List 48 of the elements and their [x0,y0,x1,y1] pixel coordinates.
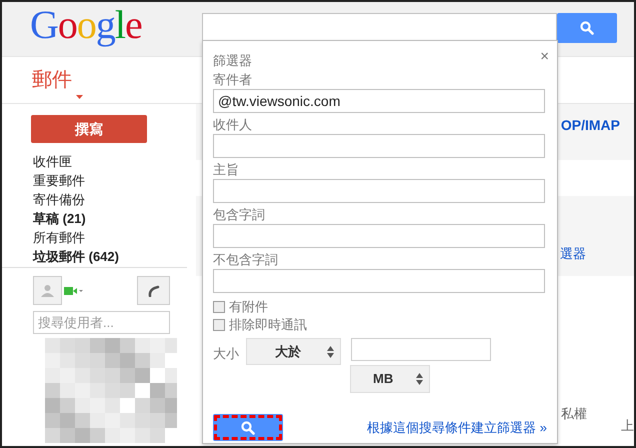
folder-link[interactable]: 所有郵件 [33,228,196,247]
checkbox[interactable] [213,318,225,330]
caret-icon [76,95,83,99]
checkbox-label: 排除即時通訊 [229,317,307,332]
phone-icon [148,284,160,296]
settings-link[interactable]: OP/IMAP [560,114,620,150]
size-input[interactable] [351,338,491,361]
filter-input[interactable] [213,179,545,203]
checkbox-label: 有附件 [229,299,268,314]
folder-link[interactable]: 垃圾郵件 (642) [33,247,196,266]
compose-button[interactable]: 撰寫 [31,115,147,143]
search-icon [241,420,255,434]
person-icon [41,284,54,297]
search-button[interactable] [557,13,617,43]
field-label: 寄件者 [213,72,253,87]
field-label: 收件人 [213,117,253,132]
filter-input[interactable] [213,269,545,293]
folder-link[interactable]: 重要郵件 [33,171,196,190]
filter-input[interactable] [213,224,545,248]
checkbox[interactable] [213,300,225,312]
search-icon [580,21,594,35]
folder-link[interactable]: 草稿 (21) [33,209,196,228]
size-label: 大小 [213,345,240,363]
folder-link[interactable]: 收件匣 [33,152,196,171]
popup-title: 篩選器 [213,53,252,68]
google-logo[interactable]: Google [30,3,202,56]
footer-text: 上 [621,417,634,435]
create-filter-link[interactable]: 根據這個搜尋條件建立篩選器 » [367,418,547,438]
field-label: 主旨 [213,162,240,177]
avatar-button[interactable] [33,276,62,305]
field-label: 包含字詞 [213,207,266,222]
updown-arrows-icon [327,346,334,358]
size-unit-select[interactable]: MB [350,365,430,393]
privacy-text: 私權 [561,405,587,423]
mail-switcher[interactable]: 郵件 [32,65,83,95]
field-label: 不包含字詞 [213,252,279,267]
filter-search-button[interactable] [213,414,283,441]
filter-link[interactable]: 選器 [560,244,586,264]
search-field[interactable] [202,13,557,43]
video-camera-icon[interactable] [64,286,84,294]
updown-arrows-icon [416,373,423,385]
phone-button[interactable] [137,276,170,305]
filter-input[interactable] [213,134,545,158]
filter-input[interactable]: @tw.viewsonic.com [213,89,545,113]
close-button[interactable]: × [540,49,549,64]
size-operator-select[interactable]: 大於 [246,338,341,365]
people-search-field[interactable]: 搜尋使用者... [33,311,170,334]
folder-link[interactable]: 寄件備份 [33,190,196,209]
